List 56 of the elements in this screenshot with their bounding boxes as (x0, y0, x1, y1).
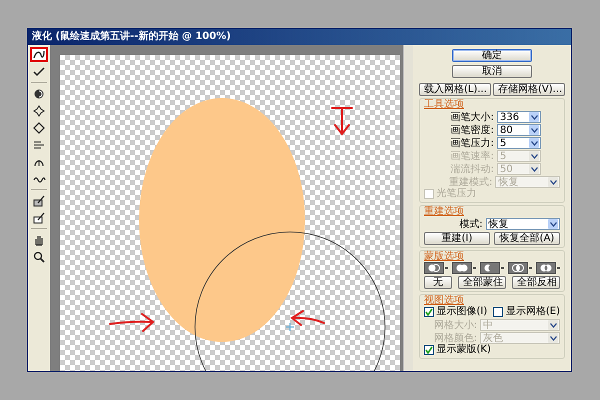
cancel-button[interactable]: 取消 (452, 65, 532, 78)
section-title: 蒙版选项 (424, 251, 465, 262)
field-label: 画笔大小: (450, 112, 494, 122)
mask-mode-icon[interactable] (480, 262, 504, 274)
checkmark-icon (425, 308, 433, 316)
dropdown-field: 中 (480, 319, 560, 331)
section-title: 重建选项 (424, 206, 465, 217)
dropdown-field[interactable]: 80 (497, 124, 541, 136)
dropdown-field[interactable]: 336 (497, 111, 541, 123)
section-title: 视图选项 (424, 295, 465, 306)
caret-icon (530, 128, 538, 132)
caret-icon (530, 154, 538, 158)
field-label: 重建模式: (448, 176, 492, 188)
field-label: 网格颜色: (432, 332, 478, 344)
arrow (331, 107, 353, 136)
mask-mode-icon[interactable] (508, 262, 532, 274)
restore-all-button[interactable]: 恢复全部(A) (494, 232, 560, 245)
field-label: 模式: (458, 218, 483, 230)
field-label: 网格大小: (432, 320, 478, 330)
caret-icon (550, 336, 556, 340)
ok-button[interactable]: 确定 (452, 49, 532, 62)
mask-all-button[interactable]: 全部蒙住 (458, 276, 506, 289)
dropdown-field: 灰色 (480, 332, 560, 344)
window-title: 液化 (鼠绘速成第五讲--新的开始 @ 100%) (28, 29, 571, 45)
field-label: 画笔密度: (450, 124, 494, 136)
arrow (290, 310, 325, 326)
mask-mode-icon[interactable] (424, 262, 448, 274)
reconstruct-button[interactable]: 重建(I) (424, 232, 490, 245)
checkmark-icon (425, 346, 433, 354)
caret-icon (530, 114, 538, 120)
dropdown-field: 50 (497, 163, 541, 175)
dropdown-field[interactable]: 5 (497, 137, 541, 149)
caret-icon (530, 140, 538, 146)
scroll-bar[interactable] (403, 45, 413, 371)
field-label: 画笔速率: (450, 150, 494, 162)
field-label: 湍流抖动: (450, 164, 494, 174)
arrow (109, 313, 155, 332)
none-button[interactable]: 无 (424, 276, 452, 289)
save-mesh-button[interactable]: 存储网格(V)... (493, 83, 565, 96)
dropdown-field[interactable]: 恢复 (486, 218, 560, 230)
section-title: 工具选项 (424, 99, 465, 110)
checkbox[interactable]: 显示网格(E) (493, 306, 560, 318)
mask-mode-icon[interactable] (452, 262, 476, 274)
dropdown-field: 恢复 (495, 176, 560, 188)
invert-all-button[interactable]: 全部反相 (512, 276, 560, 289)
mask-mode-icon[interactable] (536, 262, 560, 274)
dropdown-field: 5 (497, 150, 541, 162)
caret-icon (550, 222, 556, 226)
caret-icon (550, 322, 556, 328)
crosshair-icon (285, 322, 295, 332)
checkbox[interactable]: 显示蒙版(K) (424, 344, 560, 356)
load-mesh-button[interactable]: 载入网格(L)... (419, 83, 491, 96)
caret-icon (530, 166, 538, 172)
checkbox[interactable]: 显示图像(I) (424, 306, 488, 318)
caret-icon (550, 180, 556, 184)
field-label: 画笔压力: (450, 138, 494, 148)
